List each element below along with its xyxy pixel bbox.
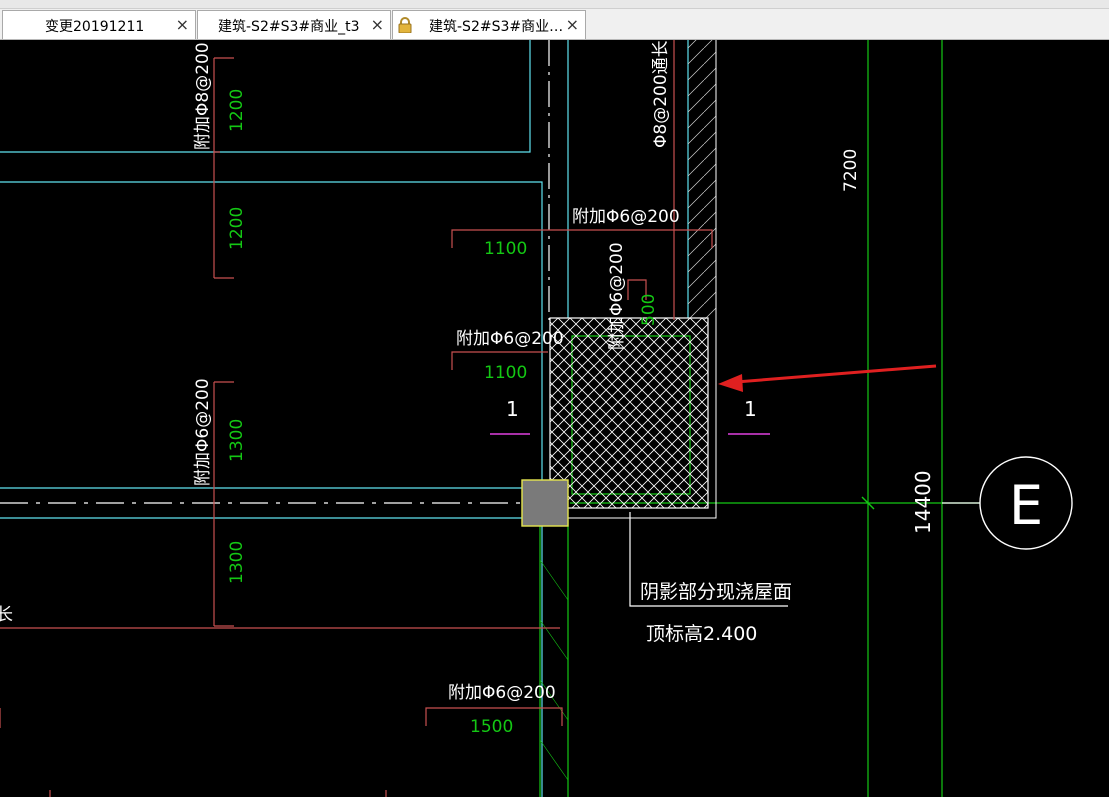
dimension-label: 1500 — [470, 717, 513, 737]
dimension-label: 1100 — [484, 363, 527, 383]
annotation-arrow — [718, 364, 937, 392]
dimension-label: 1100 — [484, 239, 527, 259]
dimension-label: 1300 — [227, 419, 247, 462]
tab-building-t3[interactable]: 建筑-S2#S3#商业_t3 × — [197, 10, 391, 39]
tab-bar: 变更20191211 × 建筑-S2#S3#商业_t3 × 建筑-S2#S3#商… — [0, 0, 1109, 40]
dimension-label: 14400 — [911, 470, 935, 534]
dimension-label: 1300 — [227, 541, 247, 584]
tab-label: 建筑-S2#S3#商业… — [429, 19, 564, 35]
rebar-label: 附加Φ6@200 — [193, 378, 213, 486]
tab-label: 变更20191211 — [45, 19, 145, 35]
section-number: 1 — [744, 397, 757, 421]
cad-drawing-canvas[interactable]: E 附加Φ8@200 1200 1200 Φ8@200通长 7200 附加Φ6@… — [0, 40, 1109, 797]
section-number: 1 — [506, 397, 519, 421]
dimension-label: 1200 — [227, 89, 247, 132]
tab-label: 建筑-S2#S3#商业_t3 — [218, 19, 360, 35]
wall-hatch — [688, 40, 716, 320]
rebar-label: 附加Φ8@200 — [193, 42, 213, 150]
rebar-label: 附加Φ6@200 — [572, 207, 680, 227]
axis-lines — [0, 40, 550, 504]
tab-change-20191211[interactable]: 变更20191211 × — [2, 10, 196, 39]
close-icon[interactable]: × — [371, 15, 384, 34]
rebar-label: 附加Φ6@200 — [456, 329, 564, 349]
dimension-label: 1200 — [227, 207, 247, 250]
tab-building-locked[interactable]: 建筑-S2#S3#商业… × — [392, 10, 586, 39]
dimension-label: 7200 — [841, 149, 861, 192]
edge-text: 长 — [0, 605, 13, 625]
slab-edge — [549, 507, 716, 519]
column[interactable] — [521, 479, 569, 527]
rebar-label: Φ8@200通长 — [651, 40, 671, 148]
close-icon[interactable]: × — [176, 15, 189, 34]
cast-slab-hatch — [549, 317, 709, 509]
dimension-label: 500 — [639, 294, 659, 326]
note-label: 阴影部分现浇屋面 — [640, 581, 792, 603]
rebar-label: 附加Φ6@200 — [448, 683, 556, 703]
close-icon[interactable]: × — [566, 15, 579, 34]
wall-hatch-lower — [539, 559, 569, 781]
tab-bar-top-strip — [0, 0, 1109, 9]
axis-label-e: E — [1009, 474, 1043, 537]
rebar-label: 附加Φ6@200 — [607, 242, 627, 350]
lock-icon — [398, 17, 412, 33]
elevation-label: 顶标高2.400 — [646, 623, 757, 645]
